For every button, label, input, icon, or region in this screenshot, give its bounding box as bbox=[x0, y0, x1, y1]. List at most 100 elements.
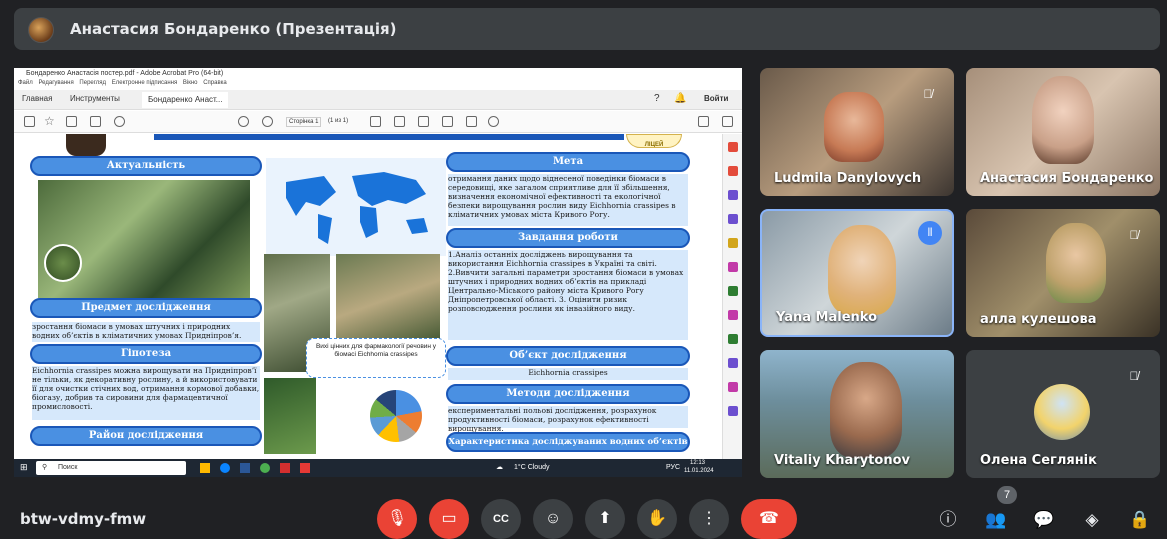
redact-icon[interactable] bbox=[728, 382, 738, 392]
chat-button[interactable]: 💬 bbox=[1032, 508, 1056, 532]
windows-start-icon[interactable]: ⊞ bbox=[20, 462, 28, 473]
presenter-avatar bbox=[28, 17, 54, 43]
menu-window[interactable]: Вікно bbox=[183, 80, 198, 86]
page-count: (1 из 1) bbox=[328, 118, 349, 124]
clock-date: 11.01.2024 bbox=[684, 468, 714, 474]
present-icon: ⬆ bbox=[598, 510, 612, 527]
camera-toggle-button[interactable]: ▭ bbox=[429, 499, 469, 539]
author-photo bbox=[66, 134, 106, 156]
menu-edit[interactable]: Редагування bbox=[38, 80, 73, 86]
edge-icon[interactable] bbox=[220, 463, 230, 473]
acrobat-taskbar-icon[interactable] bbox=[300, 463, 310, 473]
protect-icon[interactable] bbox=[728, 310, 738, 320]
create-icon[interactable] bbox=[24, 116, 35, 127]
header-zavdannia: Завдання роботи bbox=[446, 228, 690, 248]
raise-hand-button[interactable]: ✋ bbox=[637, 499, 677, 539]
shared-screen: Бондаренко Анастасія постер.pdf - Adobe … bbox=[14, 68, 742, 477]
predmet-text: зростання біомаси в умовах штучних і при… bbox=[32, 322, 260, 342]
menu-esign[interactable]: Електронне підписання bbox=[112, 80, 177, 86]
leave-call-button[interactable]: ☎ bbox=[741, 499, 797, 539]
participant-video bbox=[1032, 76, 1094, 164]
presenter-bar: Анастасия Бондаренко (Презентація) bbox=[14, 8, 1160, 50]
plant-photo-circle bbox=[44, 244, 82, 282]
page-up-icon[interactable] bbox=[238, 116, 249, 127]
participant-tile-yana[interactable]: ⦀ Yana Malenko bbox=[760, 209, 954, 337]
trash-icon[interactable] bbox=[466, 116, 477, 127]
obiekt-text: Eichhornia crassipes bbox=[448, 368, 688, 380]
info-button[interactable]: ⓘ bbox=[936, 508, 960, 532]
stamp-icon[interactable] bbox=[442, 116, 453, 127]
chrome-icon[interactable] bbox=[260, 463, 270, 473]
powerpoint-icon[interactable] bbox=[280, 463, 290, 473]
participant-tile-olena[interactable]: 🎙̸ Олена Сеглянік bbox=[966, 350, 1160, 478]
menu-view[interactable]: Перегляд bbox=[79, 80, 106, 86]
explorer-icon[interactable] bbox=[200, 463, 210, 473]
export-pdf-icon[interactable] bbox=[728, 142, 738, 152]
upload-icon[interactable] bbox=[66, 116, 77, 127]
tab-tools[interactable]: Инструменты bbox=[70, 94, 120, 103]
search-doc-icon[interactable] bbox=[722, 116, 733, 127]
participant-tile-ludmila[interactable]: 🎙̸ Ludmila Danylovych bbox=[760, 68, 954, 196]
zavdannia-text: 1.Аналіз останніх досліджень вирощування… bbox=[448, 250, 688, 340]
print-icon[interactable] bbox=[90, 116, 101, 127]
edit-pdf-icon[interactable] bbox=[728, 190, 738, 200]
participant-tile-anastasia[interactable]: Анастасия Бондаренко bbox=[966, 68, 1160, 196]
comment-icon[interactable] bbox=[370, 116, 381, 127]
speaking-icon: ⦀ bbox=[918, 221, 942, 245]
sign-icon[interactable] bbox=[418, 116, 429, 127]
participant-tile-alla[interactable]: 🎙̸ алла кулешова bbox=[966, 209, 1160, 337]
participant-tile-vitaliy[interactable]: Vitaliy Kharytonov bbox=[760, 350, 954, 478]
more-tools-icon[interactable] bbox=[728, 406, 738, 416]
participant-video bbox=[828, 225, 896, 315]
chart-caption: Вихі цінних для фармакології речовин у б… bbox=[306, 338, 446, 378]
combine-icon[interactable] bbox=[728, 214, 738, 224]
world-map-icon bbox=[286, 172, 428, 244]
acrobat-toolbar: ☆ Сторінка 1 (1 из 1) bbox=[14, 111, 742, 133]
mail-icon[interactable] bbox=[698, 116, 709, 127]
star-icon[interactable]: ☆ bbox=[44, 115, 55, 127]
metody-text: експериментальні польові дослідження, ро… bbox=[448, 406, 688, 433]
tab-document[interactable]: Бондаренко Анаст... bbox=[142, 92, 229, 108]
participant-video bbox=[824, 92, 884, 162]
mic-off-icon: 🎙̸ bbox=[1129, 369, 1139, 383]
zoom-icon[interactable] bbox=[114, 116, 125, 127]
optimize-icon[interactable] bbox=[728, 334, 738, 344]
page-number-field[interactable]: Сторінка 1 bbox=[286, 117, 322, 127]
raise-hand-icon: ✋ bbox=[647, 510, 667, 527]
menu-file[interactable]: Файл bbox=[18, 80, 33, 86]
captions-button[interactable]: CC bbox=[481, 499, 521, 539]
emoji-button[interactable]: ☺ bbox=[533, 499, 573, 539]
comment-tool-icon[interactable] bbox=[728, 238, 738, 248]
present-button[interactable]: ⬆ bbox=[585, 499, 625, 539]
bell-icon[interactable]: 🔔 bbox=[674, 93, 686, 104]
page-down-icon[interactable] bbox=[262, 116, 273, 127]
help-icon[interactable]: ? bbox=[654, 93, 660, 104]
header-hipoteza: Гіпотеза bbox=[30, 344, 262, 364]
world-map bbox=[266, 158, 446, 256]
participant-name: Олена Сеглянік bbox=[980, 453, 1097, 468]
liceum-logo: ЛІЦЕЙ bbox=[626, 134, 682, 148]
participant-video bbox=[1046, 223, 1106, 303]
taskbar-search[interactable]: Поиск bbox=[36, 461, 186, 475]
photoshop-icon[interactable] bbox=[240, 463, 250, 473]
host-controls-button[interactable]: 🔒 bbox=[1128, 508, 1152, 532]
more-options-button[interactable]: ⋮ bbox=[689, 499, 729, 539]
pen-icon[interactable] bbox=[394, 116, 405, 127]
signin-button[interactable]: Войти bbox=[704, 94, 728, 103]
create-pdf-icon[interactable] bbox=[728, 166, 738, 176]
people-button[interactable]: 👥 bbox=[984, 508, 1008, 532]
scan-icon[interactable] bbox=[728, 358, 738, 368]
rotate-icon[interactable] bbox=[488, 116, 499, 127]
hipoteza-text: Eichhornia crassipes можна вирощувати на… bbox=[32, 366, 260, 420]
activities-icon: ◈ bbox=[1085, 510, 1099, 529]
fill-sign-icon[interactable] bbox=[728, 262, 738, 272]
activities-button[interactable]: ◈ bbox=[1080, 508, 1104, 532]
mic-toggle-button[interactable]: 🎙 bbox=[377, 499, 417, 539]
participant-video bbox=[830, 362, 902, 458]
header-obiekt: Об’єкт дослідження bbox=[446, 346, 690, 366]
participant-name: Анастасия Бондаренко bbox=[980, 171, 1154, 186]
menu-help[interactable]: Справка bbox=[203, 80, 227, 86]
tab-home[interactable]: Главная bbox=[22, 94, 52, 103]
organize-icon[interactable] bbox=[728, 286, 738, 296]
language-indicator[interactable]: РУС bbox=[666, 464, 680, 471]
